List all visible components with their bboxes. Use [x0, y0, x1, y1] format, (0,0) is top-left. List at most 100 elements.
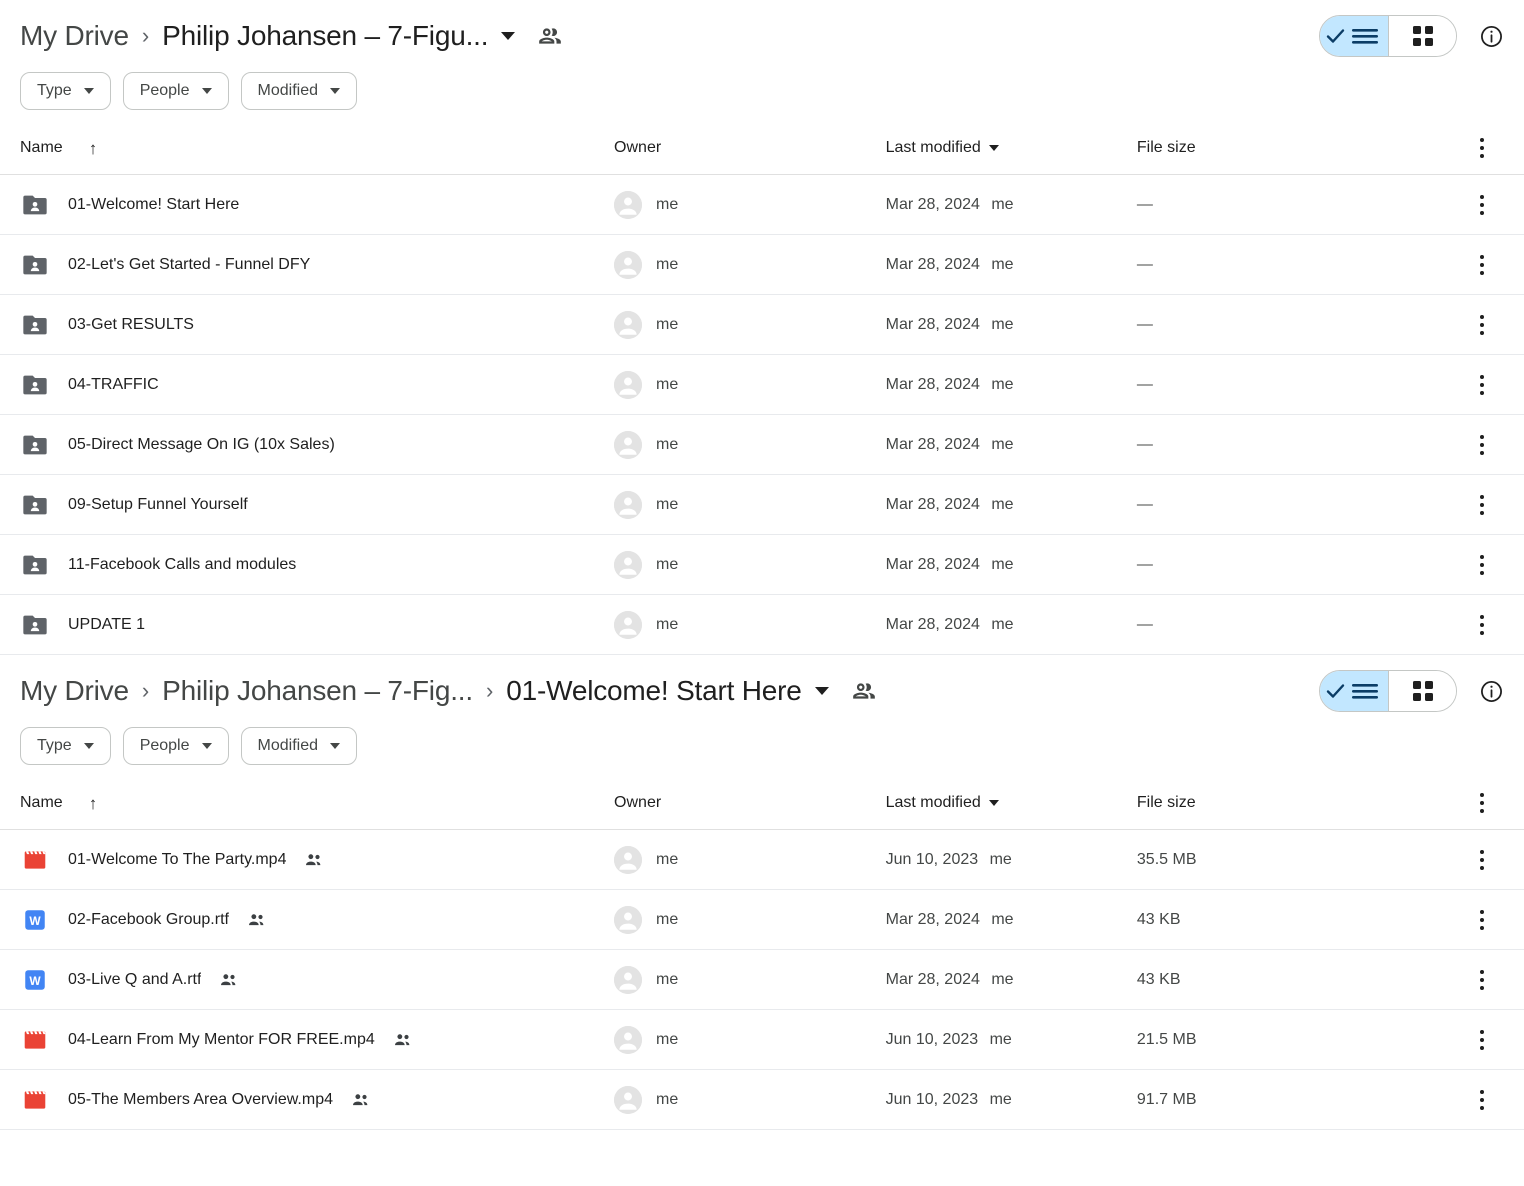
list-view-button[interactable] [1320, 671, 1388, 711]
cell-row-actions [1440, 234, 1524, 295]
filter-chip-type[interactable]: Type [20, 72, 111, 110]
column-header-name[interactable]: Name ↑ [0, 128, 615, 175]
grid-view-button[interactable] [1388, 671, 1456, 711]
cell-last-modified: Mar 28, 2024 me [885, 949, 1137, 1010]
cell-owner: me [614, 889, 886, 950]
owner-name: me [656, 435, 679, 453]
avatar [614, 250, 643, 279]
video-file-icon [20, 1085, 50, 1115]
table-more-actions-button[interactable] [1441, 793, 1524, 813]
avatar [614, 190, 643, 219]
breadcrumb-item[interactable]: Philip Johansen – 7-Figu... [162, 20, 488, 52]
people-share-icon[interactable] [851, 678, 877, 704]
filter-chip-modified[interactable]: Modified [240, 727, 357, 765]
breadcrumb: My Drive › Philip Johansen – 7-Fig... › 01-W… [20, 675, 1319, 707]
filter-chip-type[interactable]: Type [20, 727, 111, 765]
table-row[interactable]: 01-Welcome! Start Here me Mar 28, 2024 m… [0, 174, 1524, 235]
filter-chip-label: Modified [257, 737, 318, 754]
filter-chip-people[interactable]: People [122, 72, 229, 110]
people-share-icon[interactable] [537, 23, 563, 49]
table-row[interactable]: 11-Facebook Calls and modules me Mar 28,… [0, 534, 1524, 595]
table-more-actions-button[interactable] [1441, 138, 1524, 158]
table-row[interactable]: 05-Direct Message On IG (10x Sales) me M… [0, 414, 1524, 475]
modified-by: me [989, 850, 1012, 868]
owner-name: me [656, 375, 679, 393]
table-row[interactable]: UPDATE 1 me Mar 28, 2024 me — [0, 594, 1524, 655]
column-header-owner[interactable]: Owner [614, 128, 886, 175]
table-row[interactable]: W 02-Facebook Group.rtf me Mar 28, 2024 [0, 889, 1524, 950]
breadcrumb-item[interactable]: Philip Johansen – 7-Fig... [162, 675, 473, 707]
cell-file-size: 35.5 MB [1136, 829, 1441, 890]
row-more-actions-button[interactable] [1441, 194, 1524, 215]
row-more-actions-button[interactable] [1441, 374, 1524, 395]
sort-ascending-icon[interactable]: ↑ [89, 795, 98, 812]
table-row[interactable]: 05-The Members Area Overview.mp4 me Jun … [0, 1069, 1524, 1130]
avatar [614, 310, 643, 339]
row-more-actions-button[interactable] [1441, 494, 1524, 515]
shared-badge-icon [247, 910, 267, 930]
cell-file-size: — [1136, 414, 1441, 475]
table-row[interactable]: W 03-Live Q and A.rtf me Mar 28, 2024 me… [0, 949, 1524, 1010]
shared-folder-icon [20, 250, 50, 280]
avatar [614, 845, 643, 874]
sort-descending-icon[interactable] [988, 800, 999, 806]
breadcrumb-caret-icon[interactable] [501, 32, 516, 40]
cell-last-modified: Mar 28, 2024 me [885, 234, 1137, 295]
cell-file-size: — [1136, 174, 1441, 235]
modified-date: Mar 28, 2024 [885, 910, 980, 928]
row-more-actions-button[interactable] [1441, 254, 1524, 275]
row-more-actions-button[interactable] [1441, 554, 1524, 575]
cell-row-actions [1440, 534, 1524, 595]
table-row[interactable]: 02-Let's Get Started - Funnel DFY me Mar… [0, 234, 1524, 295]
breadcrumb-separator: › [141, 23, 150, 48]
row-more-actions-button[interactable] [1441, 969, 1524, 990]
table-row[interactable]: 03-Get RESULTS me Mar 28, 2024 me — [0, 294, 1524, 355]
breadcrumb-caret-icon[interactable] [814, 687, 829, 695]
cell-name: 04-TRAFFIC [0, 354, 615, 415]
modified-date: Mar 28, 2024 [885, 255, 980, 273]
breadcrumb-item[interactable]: My Drive [20, 20, 129, 52]
table-row[interactable]: 04-Learn From My Mentor FOR FREE.mp4 me … [0, 1009, 1524, 1070]
row-more-actions-button[interactable] [1441, 1029, 1524, 1050]
breadcrumb: My Drive › Philip Johansen – 7-Figu... [20, 20, 1319, 52]
table-row[interactable]: 04-TRAFFIC me Mar 28, 2024 me — [0, 354, 1524, 415]
column-header-file-size[interactable]: File size [1136, 128, 1441, 175]
column-header-owner[interactable]: Owner [614, 783, 886, 830]
grid-view-button[interactable] [1388, 16, 1456, 56]
row-more-actions-button[interactable] [1441, 909, 1524, 930]
row-more-actions-button[interactable] [1441, 614, 1524, 635]
sort-descending-icon[interactable] [988, 145, 999, 151]
row-more-actions-button[interactable] [1441, 849, 1524, 870]
file-size: 43 KB [1136, 910, 1181, 928]
table-row[interactable]: 01-Welcome To The Party.mp4 me Jun 10, 2… [0, 829, 1524, 890]
column-header-last-modified[interactable]: Last modified [885, 783, 1137, 830]
row-more-actions-button[interactable] [1441, 1089, 1524, 1110]
breadcrumb-item[interactable]: 01-Welcome! Start Here [506, 675, 802, 707]
cell-file-size: — [1136, 474, 1441, 535]
column-header-name[interactable]: Name ↑ [0, 783, 615, 830]
column-header-last-modified[interactable]: Last modified [885, 128, 1137, 175]
modified-by: me [991, 375, 1014, 393]
table-row[interactable]: 09-Setup Funnel Yourself me Mar 28, 2024… [0, 474, 1524, 535]
cell-owner: me [614, 294, 886, 355]
word-document-icon: W [20, 965, 50, 995]
cell-owner: me [614, 594, 886, 655]
row-more-actions-button[interactable] [1441, 434, 1524, 455]
info-icon[interactable] [1479, 24, 1504, 49]
filter-chip-modified[interactable]: Modified [240, 72, 357, 110]
breadcrumb-item[interactable]: My Drive [20, 675, 129, 707]
svg-text:W: W [29, 913, 41, 927]
row-more-actions-button[interactable] [1441, 314, 1524, 335]
file-size: 21.5 MB [1136, 1030, 1197, 1048]
table-header-row: Name ↑ Owner Last modified File size [0, 783, 1524, 830]
shared-folder-icon [20, 490, 50, 520]
avatar [614, 610, 643, 639]
sort-ascending-icon[interactable]: ↑ [89, 140, 98, 157]
cell-row-actions [1440, 594, 1524, 655]
shared-folder-icon [20, 430, 50, 460]
list-view-button[interactable] [1320, 16, 1388, 56]
file-name: 05-Direct Message On IG (10x Sales) [68, 435, 335, 453]
column-header-file-size[interactable]: File size [1136, 783, 1441, 830]
filter-chip-people[interactable]: People [122, 727, 229, 765]
info-icon[interactable] [1479, 679, 1504, 704]
